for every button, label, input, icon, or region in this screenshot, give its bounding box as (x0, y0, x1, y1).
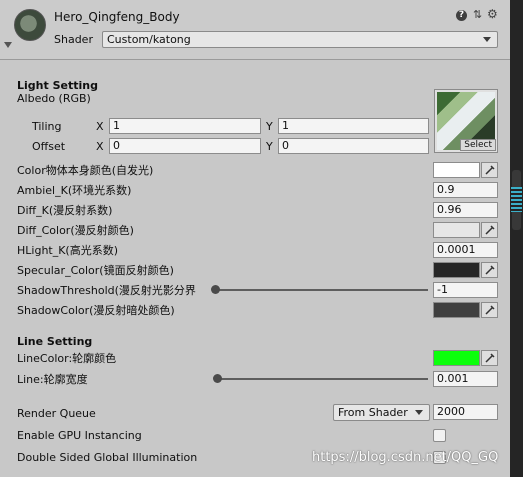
albedo-label: Albedo (RGB) (17, 92, 91, 105)
color-label: Color物体本身颜色(自发光) (17, 164, 154, 177)
line-color-swatch[interactable] (433, 350, 480, 366)
tiling-label: Tiling (32, 120, 62, 133)
diff-color-label: Diff_Color(漫反射颜色) (17, 224, 134, 237)
color-eyedropper-icon[interactable] (481, 162, 498, 178)
color-swatch[interactable] (433, 162, 480, 178)
line-width-input[interactable]: 0.001 (433, 371, 498, 387)
shader-label: Shader (54, 33, 93, 46)
offset-x-label: X (96, 140, 104, 153)
header-divider (0, 59, 510, 60)
render-queue-label: Render Queue (17, 407, 96, 420)
line-color-eyedropper-icon[interactable] (481, 350, 498, 366)
tiling-x-input[interactable]: 1 (109, 118, 261, 134)
shader-dropdown[interactable]: Custom/katong (102, 31, 498, 48)
double-sided-gi-label: Double Sided Global Illumination (17, 451, 198, 464)
chevron-down-icon (415, 410, 423, 415)
inspector-panel: Hero_Qingfeng_Body Shader Custom/katong … (0, 0, 510, 477)
material-name: Hero_Qingfeng_Body (54, 10, 180, 24)
render-queue-dropdown[interactable]: From Shader (333, 404, 430, 421)
hlight-input[interactable]: 0.0001 (433, 242, 498, 258)
shadow-threshold-label: ShadowThreshold(漫反射光影分界 (17, 284, 196, 297)
tiling-y-input[interactable]: 1 (278, 118, 429, 134)
line-width-slider-track[interactable] (217, 378, 428, 380)
watermark-text: https://blog.csdn.net/QQ_GQ (312, 450, 499, 465)
hlight-label: HLight_K(高光系数) (17, 244, 119, 257)
shadow-threshold-input[interactable]: -1 (433, 282, 498, 298)
diff-color-swatch[interactable] (433, 222, 480, 238)
offset-label: Offset (32, 140, 66, 153)
diff-k-input[interactable]: 0.96 (433, 202, 498, 218)
material-header: Hero_Qingfeng_Body Shader Custom/katong … (0, 0, 510, 59)
foldout-arrow-icon[interactable] (4, 42, 12, 48)
diff-k-label: Diff_K(漫反射系数) (17, 204, 113, 217)
offset-y-label: Y (266, 140, 273, 153)
chevron-down-icon (483, 37, 491, 42)
line-color-label: LineColor:轮廓颜色 (17, 352, 117, 365)
gear-icon[interactable]: ⚙ (487, 7, 498, 21)
shadow-color-label: ShadowColor(漫反射暗处颜色) (17, 304, 175, 317)
shadow-threshold-slider-thumb[interactable] (211, 285, 220, 294)
shadow-color-eyedropper-icon[interactable] (481, 302, 498, 318)
specular-label: Specular_Color(镜面反射颜色) (17, 264, 174, 277)
shader-value: Custom/katong (107, 33, 191, 46)
texture-select-button[interactable]: Select (460, 139, 496, 151)
preset-icon[interactable]: ⇅ (473, 8, 482, 21)
render-queue-dropdown-value: From Shader (338, 406, 408, 419)
line-width-label: Line:轮廓宽度 (17, 373, 88, 386)
line-setting-heading: Line Setting (17, 335, 93, 348)
gpu-instancing-checkbox[interactable] (433, 429, 446, 442)
specular-eyedropper-icon[interactable] (481, 262, 498, 278)
material-preview-icon (14, 9, 46, 41)
offset-x-input[interactable]: 0 (109, 138, 261, 154)
gpu-instancing-label: Enable GPU Instancing (17, 429, 142, 442)
render-queue-input[interactable]: 2000 (433, 404, 498, 420)
albedo-texture-slot[interactable]: Select (434, 89, 498, 153)
help-icon[interactable]: ? (456, 10, 467, 21)
specular-color-swatch[interactable] (433, 262, 480, 278)
tiling-x-label: X (96, 120, 104, 133)
scrollbar-grip-icon (511, 187, 522, 212)
ambient-label: Ambiel_K(环境光系数) (17, 184, 132, 197)
light-setting-heading: Light Setting (17, 79, 98, 92)
vertical-scrollbar[interactable] (510, 0, 523, 477)
diff-color-eyedropper-icon[interactable] (481, 222, 498, 238)
tiling-y-label: Y (266, 120, 273, 133)
shadow-color-swatch[interactable] (433, 302, 480, 318)
offset-y-input[interactable]: 0 (278, 138, 429, 154)
ambient-input[interactable]: 0.9 (433, 182, 498, 198)
line-width-slider-thumb[interactable] (213, 374, 222, 383)
shadow-threshold-slider-track[interactable] (215, 289, 428, 291)
